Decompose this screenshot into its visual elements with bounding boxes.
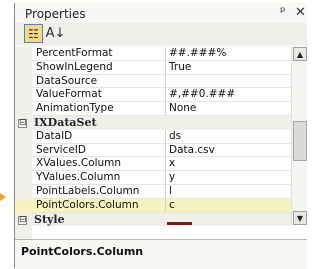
alphabetical-sort-button[interactable]: A↓ — [46, 24, 66, 43]
property-value[interactable]: #,##0.### — [166, 88, 291, 102]
scroll-up-icon[interactable]: ▲ — [293, 47, 307, 61]
property-row-dataid[interactable]: DataID ds — [15, 129, 291, 144]
property-name: YValues.Column — [36, 171, 121, 184]
collapse-icon[interactable]: ⊟ — [18, 215, 27, 225]
collapse-icon[interactable]: ⊟ — [18, 119, 27, 128]
property-value[interactable]: x — [166, 157, 291, 171]
panel-titlebar: Properties ᵖ ✕ — [15, 3, 307, 22]
property-value[interactable]: True — [166, 61, 291, 75]
properties-panel: Properties ᵖ ✕ ☷ A↓ PercentFormat ##.###… — [14, 3, 307, 269]
categorized-view-button[interactable]: ☷ — [24, 24, 43, 43]
panel-toolbar: ☷ A↓ — [15, 23, 307, 45]
description-pane: PointColors.Column — [15, 239, 307, 269]
property-name: PointLabels.Column — [36, 185, 140, 197]
property-row-datasource[interactable]: DataSource — [15, 74, 291, 89]
property-value[interactable]: ##.###% — [166, 47, 291, 61]
property-value[interactable]: None — [166, 102, 291, 116]
property-value[interactable] — [166, 75, 291, 89]
color-swatch — [167, 221, 192, 225]
category-name: IXDataSet — [34, 116, 97, 129]
vertical-scrollbar[interactable]: ▲ ▼ — [291, 47, 307, 225]
selection-indicator-arrow — [0, 193, 6, 201]
panel-title: Properties — [25, 7, 86, 21]
scroll-thumb[interactable] — [293, 121, 307, 161]
property-name: PercentFormat — [36, 47, 113, 59]
property-row-animationtype[interactable]: AnimationType None — [15, 102, 291, 116]
property-row-xvalues-column[interactable]: XValues.Column x — [15, 157, 291, 172]
property-row-serviceid[interactable]: ServiceID Data.csv — [15, 143, 291, 158]
category-row-ixdataset[interactable]: ⊟ IXDataSet — [15, 116, 291, 130]
close-icon[interactable]: ✕ — [295, 4, 306, 22]
property-name: DataSource — [36, 74, 98, 87]
property-name: DataID — [36, 129, 73, 142]
property-name: XValues.Column — [36, 157, 122, 170]
property-value[interactable]: Data.csv — [166, 144, 291, 158]
property-value[interactable]: c — [166, 199, 291, 213]
property-name: ShowInLegend — [36, 60, 113, 73]
property-row-showinlegend[interactable]: ShowInLegend True — [15, 60, 291, 75]
property-value[interactable]: y — [166, 171, 291, 185]
property-row-percentformat[interactable]: PercentFormat ##.###% — [15, 47, 291, 61]
property-name: PointColors.Column — [36, 198, 139, 211]
property-name: ValueFormat — [36, 88, 102, 101]
category-name: Style — [34, 212, 65, 226]
property-row-valueformat[interactable]: ValueFormat #,##0.### — [15, 88, 291, 103]
pin-icon[interactable]: ᵖ — [280, 4, 286, 22]
category-row-style[interactable]: ⊟ Style — [15, 212, 291, 227]
property-row-yvalues-column[interactable]: YValues.Column y — [15, 171, 291, 185]
property-name: ServiceID — [36, 143, 86, 156]
description-title: PointColors.Column — [21, 245, 144, 258]
property-value[interactable]: ds — [166, 130, 291, 144]
property-name: AnimationType — [36, 102, 114, 115]
property-row-pointlabels-column[interactable]: PointLabels.Column l — [15, 185, 291, 199]
scroll-down-icon[interactable]: ▼ — [293, 211, 307, 225]
property-value[interactable]: l — [166, 185, 291, 199]
property-row-pointcolors-column[interactable]: PointColors.Column c — [15, 198, 291, 213]
property-grid: PercentFormat ##.###% ShowInLegend True … — [15, 47, 307, 239]
